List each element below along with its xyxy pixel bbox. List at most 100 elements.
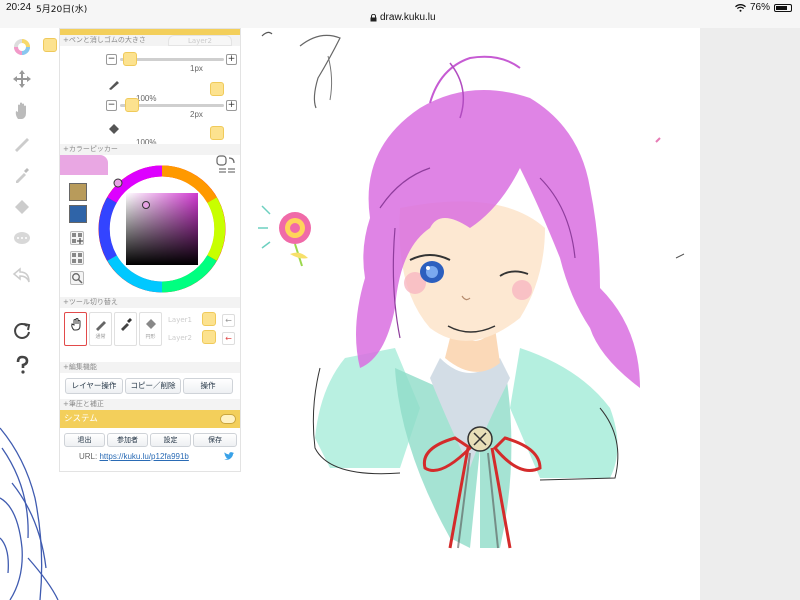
battery-percent: 76% [749,2,770,13]
eyedropper-icon [16,168,29,183]
eyedropper-tool[interactable] [11,164,33,186]
color-picker [60,155,240,297]
layer-a-chip[interactable] [202,312,216,326]
touch-mode-button[interactable] [64,312,87,346]
layer-b-chip[interactable] [202,330,216,344]
tool-switch-section-label: +ツール切り替え [63,298,118,306]
picker-mode-icon[interactable] [216,155,238,177]
eraser-small-icon [109,124,119,134]
add-grid-icon [72,233,83,244]
reload-icon [14,323,31,339]
system-label: システム [64,414,98,424]
system-buttons-row: 退出 参加者 設定 保存 [60,428,240,450]
status-time: 20:24 [6,2,32,13]
tool-switch: 通常 円形 Layer1 Layer2 ← ← [60,308,240,362]
address-text: draw.kuku.lu [380,12,436,23]
lollipop-drawing [258,205,311,267]
pencil-icon [109,81,119,90]
color-picker-section-label: +カラーピッカー [63,145,118,153]
palette-grid-button[interactable] [70,251,84,265]
battery-icon [774,3,792,12]
hand-icon [15,102,26,119]
add-swatch-button[interactable] [70,231,84,245]
pen-size-value: 1px [190,64,203,73]
eraser-size-knob[interactable] [125,98,140,112]
reload-tool[interactable] [11,320,33,342]
tool-panel: +ペンと消しゴムの大きさ Layer2 − + 1px 100% − + 2px… [59,28,241,472]
eraser-mode-button[interactable]: 円形 [139,312,162,346]
pen-size-knob[interactable] [122,52,137,66]
share-url-link[interactable]: https://kuku.lu/p12fa991b [99,452,188,461]
color-wheel-tool[interactable] [11,36,33,58]
eraser-tool[interactable] [11,196,33,218]
address-bar[interactable]: draw.kuku.lu [370,12,436,23]
participants-button[interactable]: 参加者 [107,433,148,447]
move-tool[interactable] [11,68,33,90]
pen-tool[interactable] [11,132,33,154]
status-right: 76% [735,2,792,13]
size-sliders: − + 1px 100% − + 2px 100% [60,46,240,147]
canvas-margin [700,28,800,600]
pen-size-section-header[interactable]: +ペンと消しゴムの大きさ Layer2 [60,35,240,46]
pen-mode-button[interactable]: 通常 [89,312,112,346]
edit-section-header[interactable]: +編集機能 [60,362,240,373]
layer-a-label[interactable]: Layer1 [168,316,192,324]
chat-tool[interactable] [11,228,33,250]
color-swatch-1[interactable] [69,183,87,201]
help-tool[interactable] [11,354,33,376]
share-url-row: URL: https://kuku.lu/p12fa991b [60,450,240,468]
question-mark-icon [16,355,29,374]
layer-b-label[interactable]: Layer2 [168,334,192,342]
operations-button[interactable]: 操作 [183,378,233,394]
layer2-tab[interactable]: Layer2 [168,35,232,46]
eyedropper-mode-button[interactable] [114,312,137,346]
grid-icon [72,253,82,263]
eraser-size-plus-button[interactable]: + [226,100,237,111]
zoom-color-button[interactable] [70,271,84,285]
exit-button[interactable]: 退出 [64,433,105,447]
pen-opacity-value: 100% [136,94,157,103]
color-picker-section-header[interactable]: +カラーピッカー [60,144,240,155]
save-button[interactable]: 保存 [193,433,237,447]
pen-icon [15,138,29,152]
undo-tool[interactable] [11,264,33,286]
pen-mode-label: 通常 [95,334,106,340]
move-arrows-icon [13,70,31,88]
eraser-opacity-knob[interactable] [210,126,224,140]
prev-arrow-button[interactable]: ← [222,314,235,327]
edit-buttons-row: レイヤー操作 コピー／削除 操作 [60,373,240,399]
system-toggle[interactable] [220,414,236,424]
color-indicator-chip[interactable] [43,38,57,52]
system-bar[interactable]: システム [60,410,240,428]
eraser-mode-icon [145,319,156,329]
dropper-icon [120,318,132,331]
pen-opacity-knob[interactable] [210,82,224,96]
hand-pointer-icon [70,318,80,331]
eraser-size-value: 2px [190,110,203,119]
pressure-correction-section-header[interactable]: +筆圧と補正 [60,399,240,410]
pen-size-plus-button[interactable]: + [226,54,237,65]
color-swatch-2[interactable] [69,205,87,223]
wifi-icon [735,3,746,12]
edit-section-label: +編集機能 [63,363,97,371]
settings-button[interactable]: 設定 [150,433,191,447]
tool-switch-section-header[interactable]: +ツール切り替え [60,297,240,308]
pen-size-minus-button[interactable]: − [106,54,117,65]
status-bar: 20:24 5月20日(水) draw.kuku.lu 76% [0,0,800,28]
next-arrow-button[interactable]: ← [222,332,235,345]
layer-operations-button[interactable]: レイヤー操作 [65,378,123,394]
undo-icon [12,267,30,283]
pressure-correction-section-label: +筆圧と補正 [63,400,104,408]
url-label: URL: [79,452,98,461]
hue-ring-picker[interactable] [96,163,232,299]
copy-delete-button[interactable]: コピー／削除 [125,378,181,394]
app-screen: 20:24 5月20日(水) draw.kuku.lu 76% +ペンと消しゴム… [0,0,800,600]
twitter-icon[interactable] [224,452,234,461]
eraser-icon [15,200,29,214]
eraser-mode-label: 円形 [145,334,156,340]
magnifier-icon [72,273,83,284]
status-date: 5月20日(水) [36,5,88,15]
eraser-size-minus-button[interactable]: − [106,100,117,111]
hand-tool[interactable] [11,100,33,122]
pen-size-section-label: +ペンと消しゴムの大きさ [63,36,146,44]
